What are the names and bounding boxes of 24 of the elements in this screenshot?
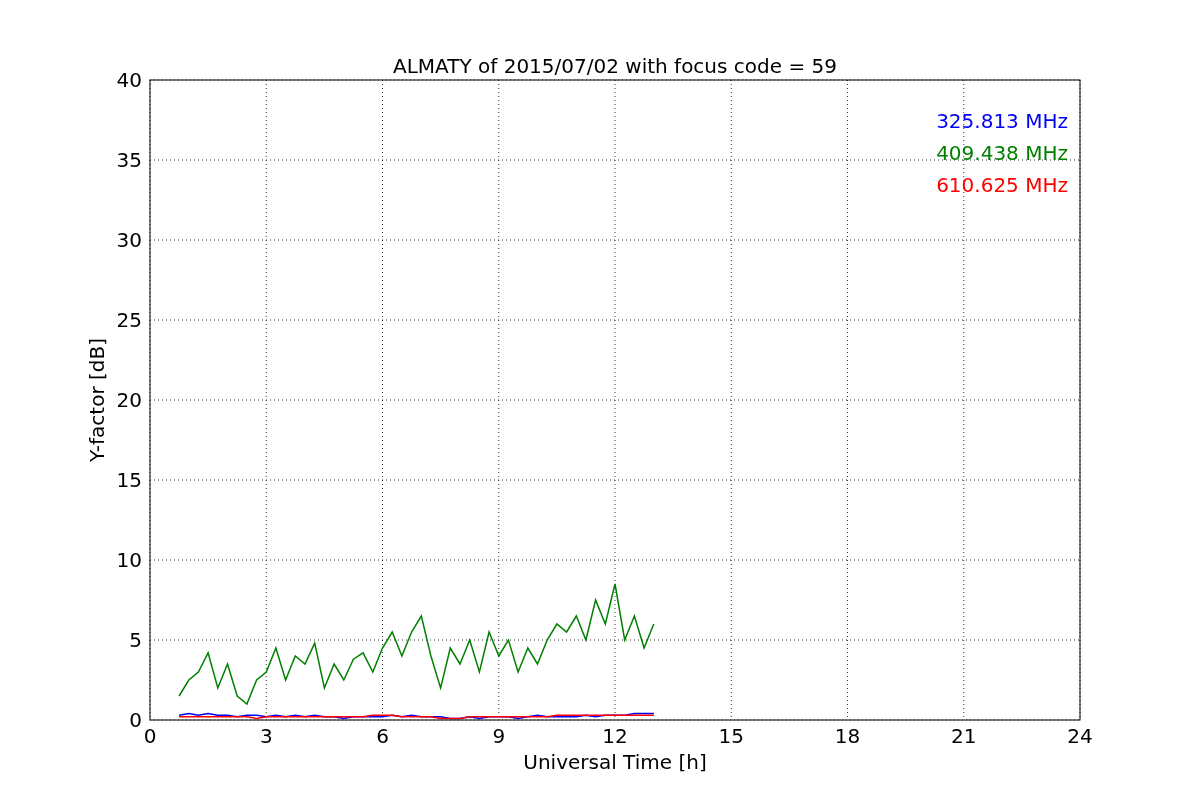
legend-label: 325.813 MHz (936, 109, 1068, 133)
tick-label: 15 (116, 468, 142, 492)
tick-label: 12 (602, 724, 628, 748)
legend-label: 409.438 MHz (936, 141, 1068, 165)
tick-label: 5 (129, 628, 142, 652)
tick-label: 10 (116, 548, 142, 572)
tick-label: 0 (129, 708, 142, 732)
tick-label: 3 (259, 724, 273, 748)
tick-label: 20 (116, 388, 142, 412)
tick-label: 24 (1067, 724, 1093, 748)
y-axis-label: Y-factor [dB] (85, 338, 109, 462)
tick-label: 35 (116, 148, 142, 172)
tick-label: 0 (143, 724, 157, 748)
tick-label: 30 (116, 228, 142, 252)
x-axis-label: Universal Time [h] (523, 750, 707, 774)
chart-title: ALMATY of 2015/07/02 with focus code = 59 (393, 54, 837, 78)
tick-label: 21 (951, 724, 977, 748)
tick-label: 18 (834, 724, 861, 748)
tick-label: 6 (376, 724, 389, 748)
tick-label: 9 (492, 724, 506, 748)
tick-label: 40 (116, 68, 142, 92)
tick-label: 25 (116, 308, 142, 332)
tick-label: 15 (718, 724, 744, 748)
legend-label: 610.625 MHz (936, 173, 1068, 197)
